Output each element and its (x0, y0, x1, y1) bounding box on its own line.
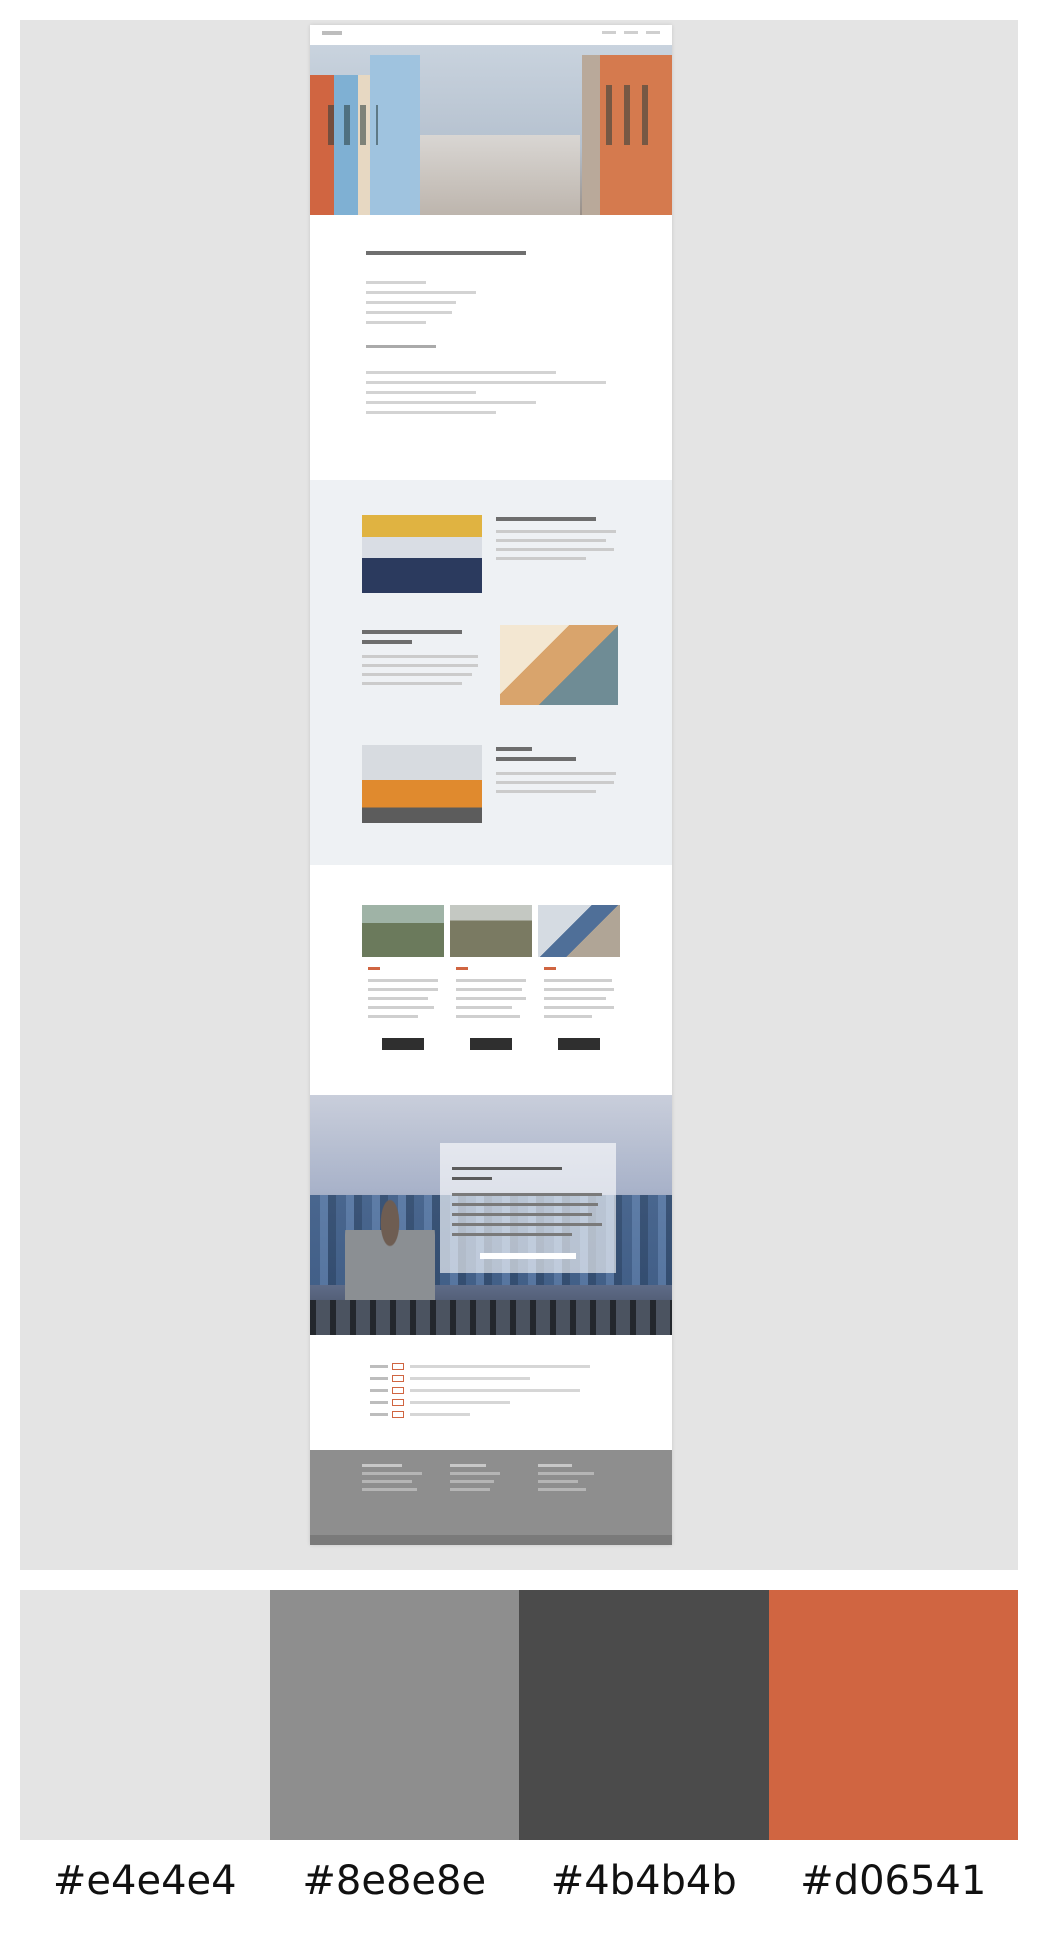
nav-item[interactable] (624, 31, 638, 34)
card-image (450, 905, 532, 957)
swatch (519, 1590, 769, 1840)
banner-text-box (440, 1143, 616, 1273)
footer-column (538, 1464, 608, 1496)
swatch-label: #4b4b4b (550, 1858, 737, 1904)
feature-image (362, 515, 482, 593)
palette-labels: #e4e4e4 #8e8e8e #4b4b4b #d06541 (20, 1858, 1018, 1904)
website-mockup-preview (20, 20, 1018, 1570)
card-button[interactable] (382, 1038, 424, 1050)
color-palette (20, 1590, 1018, 1840)
card-image (538, 905, 620, 957)
swatch (20, 1590, 270, 1840)
news-item[interactable] (370, 1399, 610, 1407)
news-section (310, 1335, 672, 1450)
features-section (310, 480, 672, 865)
intro-section (310, 215, 672, 480)
cards-section (310, 865, 672, 1095)
card-button[interactable] (470, 1038, 512, 1050)
feature-image (500, 625, 618, 705)
news-item[interactable] (370, 1363, 610, 1371)
swatch (768, 1590, 1018, 1840)
feature-image (362, 745, 482, 823)
intro-heading (366, 251, 526, 255)
footer-bottom-bar (310, 1535, 672, 1545)
hero-image (310, 45, 672, 215)
nav (602, 31, 660, 34)
news-item[interactable] (370, 1387, 610, 1395)
site-footer (310, 1450, 672, 1545)
card-image (362, 905, 444, 957)
swatch-label: #d06541 (800, 1858, 987, 1904)
swatch (269, 1590, 519, 1840)
page (310, 25, 672, 1545)
card-button[interactable] (558, 1038, 600, 1050)
card (362, 905, 444, 1060)
nav-item[interactable] (602, 31, 616, 34)
logo[interactable] (322, 31, 342, 35)
site-header (310, 25, 672, 43)
nav-item[interactable] (646, 31, 660, 34)
swatch-label: #8e8e8e (302, 1858, 487, 1904)
banner-image (310, 1095, 672, 1335)
footer-column (362, 1464, 432, 1496)
footer-column (450, 1464, 520, 1496)
card (538, 905, 620, 1060)
card (450, 905, 532, 1060)
news-item[interactable] (370, 1411, 610, 1419)
swatch-label: #e4e4e4 (52, 1858, 237, 1904)
news-item[interactable] (370, 1375, 610, 1383)
